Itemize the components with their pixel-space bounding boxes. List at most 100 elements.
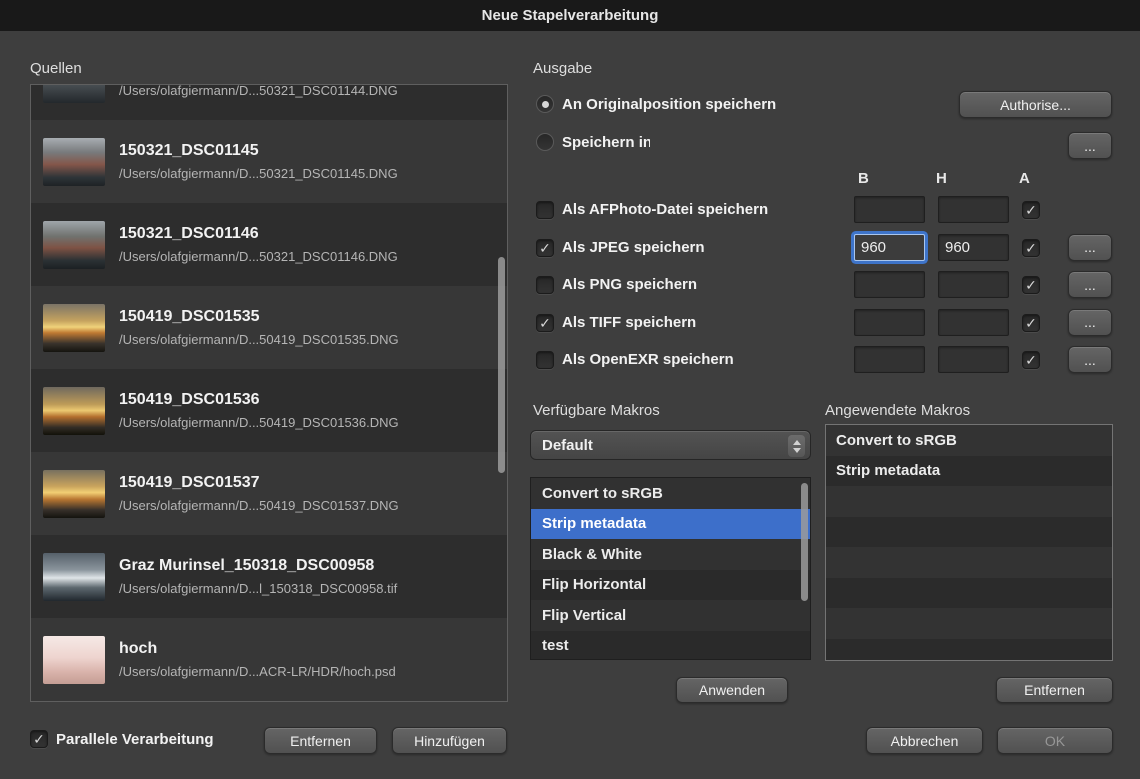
file-name: Graz Murinsel_150318_DSC00958 <box>119 556 397 576</box>
list-item[interactable]: /Users/olafgiermann/D...50321_DSC01144.D… <box>31 84 507 120</box>
file-thumbnail <box>43 387 105 435</box>
aspect-checkbox[interactable] <box>1022 239 1040 257</box>
column-header-height: H <box>936 170 947 187</box>
format-row: Als PNG speichern ... <box>530 266 1116 304</box>
file-path: /Users/olafgiermann/D...50419_DSC01536.D… <box>119 414 399 431</box>
width-input[interactable] <box>854 196 925 223</box>
format-checkbox[interactable] <box>536 351 554 369</box>
save-in-browse-button[interactable]: ... <box>1068 132 1112 159</box>
applied-macro-item[interactable]: Strip metadata <box>826 456 1112 487</box>
width-input[interactable] <box>854 271 925 298</box>
format-options-button[interactable]: ... <box>1068 271 1112 298</box>
format-row: Als AFPhoto-Datei speichern <box>530 191 1116 229</box>
format-row: Als TIFF speichern ... <box>530 304 1116 342</box>
file-name: 150321_DSC01146 <box>119 224 398 244</box>
height-input[interactable] <box>938 309 1009 336</box>
list-item[interactable]: hoch /Users/olafgiermann/D...ACR-LR/HDR/… <box>31 618 507 701</box>
list-item[interactable]: 150321_DSC01146 /Users/olafgiermann/D...… <box>31 203 507 286</box>
file-thumbnail <box>43 470 105 518</box>
format-rows: Als AFPhoto-Datei speichern Als JPEG spe… <box>530 191 1116 380</box>
file-path: /Users/olafgiermann/D...l_150318_DSC0095… <box>119 580 397 597</box>
list-item[interactable]: 150419_DSC01535 /Users/olafgiermann/D...… <box>31 286 507 369</box>
aspect-checkbox[interactable] <box>1022 314 1040 332</box>
format-checkbox[interactable] <box>536 201 554 219</box>
macro-category-select[interactable]: Default <box>530 430 811 460</box>
width-input[interactable] <box>854 309 925 336</box>
save-original-label: An Originalposition speichern <box>562 96 788 113</box>
height-input[interactable] <box>938 346 1009 373</box>
source-file-list[interactable]: /Users/olafgiermann/D...50321_DSC01144.D… <box>30 84 508 702</box>
format-checkbox[interactable] <box>536 314 554 332</box>
format-label: Als TIFF speichern <box>562 314 696 331</box>
selected-category: Default <box>542 437 593 454</box>
height-input[interactable] <box>938 234 1009 261</box>
column-header-aspect: A <box>1019 170 1030 187</box>
list-item[interactable]: Graz Murinsel_150318_DSC00958 /Users/ola… <box>31 535 507 618</box>
width-input[interactable] <box>854 234 925 261</box>
applied-macros-label: Angewendete Makros <box>825 402 970 419</box>
remove-applied-macro-button[interactable]: Entfernen <box>996 677 1113 703</box>
authorise-button[interactable]: Authorise... <box>959 91 1112 118</box>
macro-item[interactable]: Convert to sRGB <box>531 478 810 509</box>
parallel-processing-label: Parallele Verarbeitung <box>56 731 214 748</box>
save-in-radio[interactable] <box>536 133 554 151</box>
aspect-checkbox[interactable] <box>1022 351 1040 369</box>
file-name: 150321_DSC01145 <box>119 141 398 161</box>
aspect-checkbox[interactable] <box>1022 276 1040 294</box>
macro-item[interactable]: Flip Horizontal <box>531 570 810 601</box>
format-options-button[interactable]: ... <box>1068 309 1112 336</box>
width-input[interactable] <box>854 346 925 373</box>
file-thumbnail <box>43 636 105 684</box>
column-header-width: B <box>858 170 869 187</box>
file-path: /Users/olafgiermann/D...50321_DSC01144.D… <box>119 84 398 99</box>
available-macros-label: Verfügbare Makros <box>533 402 660 419</box>
format-label: Als JPEG speichern <box>562 239 705 256</box>
available-macros-list[interactable]: Convert to sRGB Strip metadata Black & W… <box>530 477 811 660</box>
macro-list-scrollbar[interactable] <box>801 483 808 601</box>
file-path: /Users/olafgiermann/D...50321_DSC01146.D… <box>119 248 398 265</box>
aspect-checkbox[interactable] <box>1022 201 1040 219</box>
file-thumbnail <box>43 138 105 186</box>
list-item[interactable]: 150419_DSC01536 /Users/olafgiermann/D...… <box>31 369 507 452</box>
applied-macro-empty-row <box>826 517 1112 548</box>
sources-section-label: Quellen <box>30 60 82 77</box>
format-checkbox[interactable] <box>536 239 554 257</box>
format-row: Als OpenEXR speichern ... <box>530 341 1116 379</box>
list-item[interactable]: 150419_DSC01537 /Users/olafgiermann/D...… <box>31 452 507 535</box>
format-label: Als PNG speichern <box>562 276 697 293</box>
applied-macro-empty-row <box>826 639 1112 662</box>
file-path: /Users/olafgiermann/D...50321_DSC01145.D… <box>119 165 398 182</box>
cancel-button[interactable]: Abbrechen <box>866 727 983 754</box>
macro-item[interactable]: test <box>531 631 810 661</box>
window-titlebar: Neue Stapelverarbeitung <box>0 0 1140 31</box>
save-in-label: Speichern in <box>562 134 650 151</box>
file-name: hoch <box>119 639 396 659</box>
applied-macros-list[interactable]: Convert to sRGB Strip metadata <box>825 424 1113 661</box>
source-list-scrollbar[interactable] <box>498 257 505 473</box>
height-input[interactable] <box>938 271 1009 298</box>
file-thumbnail <box>43 221 105 269</box>
output-section-label: Ausgabe <box>533 60 592 77</box>
macro-item[interactable]: Flip Vertical <box>531 600 810 631</box>
format-checkbox[interactable] <box>536 276 554 294</box>
format-options-button[interactable]: ... <box>1068 234 1112 261</box>
add-source-button[interactable]: Hinzufügen <box>392 727 507 754</box>
file-thumbnail <box>43 84 105 103</box>
parallel-processing-checkbox[interactable] <box>30 730 48 748</box>
applied-macro-empty-row <box>826 486 1112 517</box>
macro-item[interactable]: Black & White <box>531 539 810 570</box>
file-path: /Users/olafgiermann/D...50419_DSC01537.D… <box>119 497 399 514</box>
remove-source-button[interactable]: Entfernen <box>264 727 377 754</box>
macro-item[interactable]: Strip metadata <box>531 509 810 540</box>
format-options-button[interactable]: ... <box>1068 346 1112 373</box>
file-name: 150419_DSC01537 <box>119 473 399 493</box>
height-input[interactable] <box>938 196 1009 223</box>
file-thumbnail <box>43 553 105 601</box>
list-item[interactable]: 150321_DSC01145 /Users/olafgiermann/D...… <box>31 120 507 203</box>
applied-macro-item[interactable]: Convert to sRGB <box>826 425 1112 456</box>
applied-macro-empty-row <box>826 608 1112 639</box>
apply-macro-button[interactable]: Anwenden <box>676 677 788 703</box>
ok-button[interactable]: OK <box>997 727 1113 754</box>
applied-macro-empty-row <box>826 578 1112 609</box>
save-original-radio[interactable] <box>536 95 554 113</box>
